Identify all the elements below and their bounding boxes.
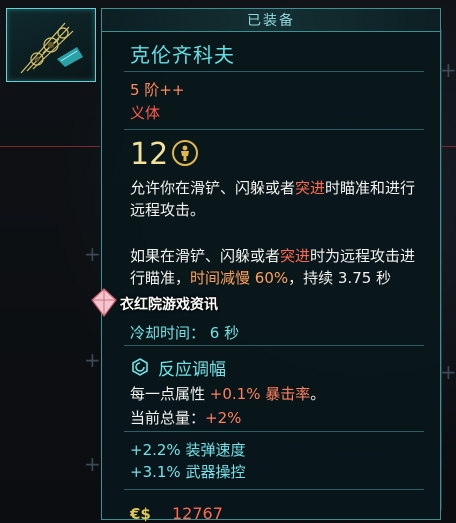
perk-line-1-suffix: 。	[310, 385, 326, 403]
item-tooltip: 已装备 克伦齐科夫 5 阶++ 义体 12 允许你在滑铲、闪躲或者突进时瞄准和进…	[101, 8, 441, 523]
crosshair-mark-icon: +	[84, 348, 101, 372]
kite-logo-icon	[91, 288, 117, 317]
perk-line-1-value: +0.1% 暴击率	[209, 385, 311, 403]
crosshair-mark-icon: +	[440, 58, 456, 82]
description-1: 允许你在滑铲、闪躲或者突进时瞄准和进行远程攻击。	[130, 177, 430, 221]
keyword-dash: 突进	[280, 247, 311, 265]
description-1-text: 允许你在滑铲、闪躲或者	[130, 179, 296, 197]
game-inventory-screen: + + + + + 已装备 克伦齐科夫 5 阶++ 义体 12 允许你在滑铲、闪…	[0, 0, 456, 523]
equipped-item-slot[interactable]	[6, 8, 96, 82]
item-tier: 5 阶++	[130, 81, 185, 99]
stats-divider	[124, 489, 424, 490]
time-slow-value: 时间减慢 60%	[190, 269, 289, 287]
crosshair-mark-icon: +	[440, 360, 456, 384]
background-red-line	[441, 146, 456, 147]
description-2-text: ，持续 3.75 秒	[288, 269, 392, 287]
perk-line-1: 每一点属性 +0.1% 暴击率。	[130, 383, 325, 404]
perk-line-2: 当前总量：+2%	[130, 407, 241, 428]
description-2-text: 如果在滑铲、闪躲或者	[130, 247, 281, 265]
keyword-dash: 突进	[295, 179, 326, 197]
item-category: 义体	[130, 104, 161, 122]
crosshair-mark-icon: +	[84, 242, 101, 266]
capacity-cost: 12	[130, 137, 169, 172]
watermark: 衣红院游戏资讯	[90, 286, 240, 326]
perk-name: 反应调幅	[158, 360, 226, 380]
item-price: 12767	[172, 504, 223, 523]
watermark-text: 衣红院游戏资讯	[120, 297, 218, 313]
perk-line-2-value: +2%	[205, 409, 242, 427]
stat-weapon-handling: +3.1% 武器操控	[130, 463, 246, 481]
equipped-tab: 已装备	[102, 9, 440, 32]
category-divider	[124, 129, 424, 130]
perk-line-2-prefix: 当前总量：	[130, 409, 206, 427]
perk-line-1-prefix: 每一点属性	[130, 385, 210, 403]
title-divider	[124, 71, 424, 72]
cyberware-capacity-icon	[172, 140, 198, 166]
description-2: 如果在滑铲、闪躲或者突进时为远程攻击进行瞄准，时间减慢 60%，持续 3.75 …	[130, 245, 430, 289]
cooldown-divider	[124, 345, 424, 346]
stat-reload-speed: +2.2% 装弹速度	[130, 441, 246, 459]
item-title: 克伦齐科夫	[130, 43, 235, 67]
equipped-label: 已装备	[247, 13, 295, 29]
background-red-line	[0, 146, 100, 147]
perk-divider	[124, 431, 424, 432]
background-grid-line	[441, 30, 442, 510]
kerenzikov-cyberware-icon	[20, 22, 83, 74]
perk-ring-icon	[130, 357, 150, 377]
crosshair-mark-icon: +	[84, 452, 101, 476]
eurodollar-icon: €$	[130, 505, 151, 523]
